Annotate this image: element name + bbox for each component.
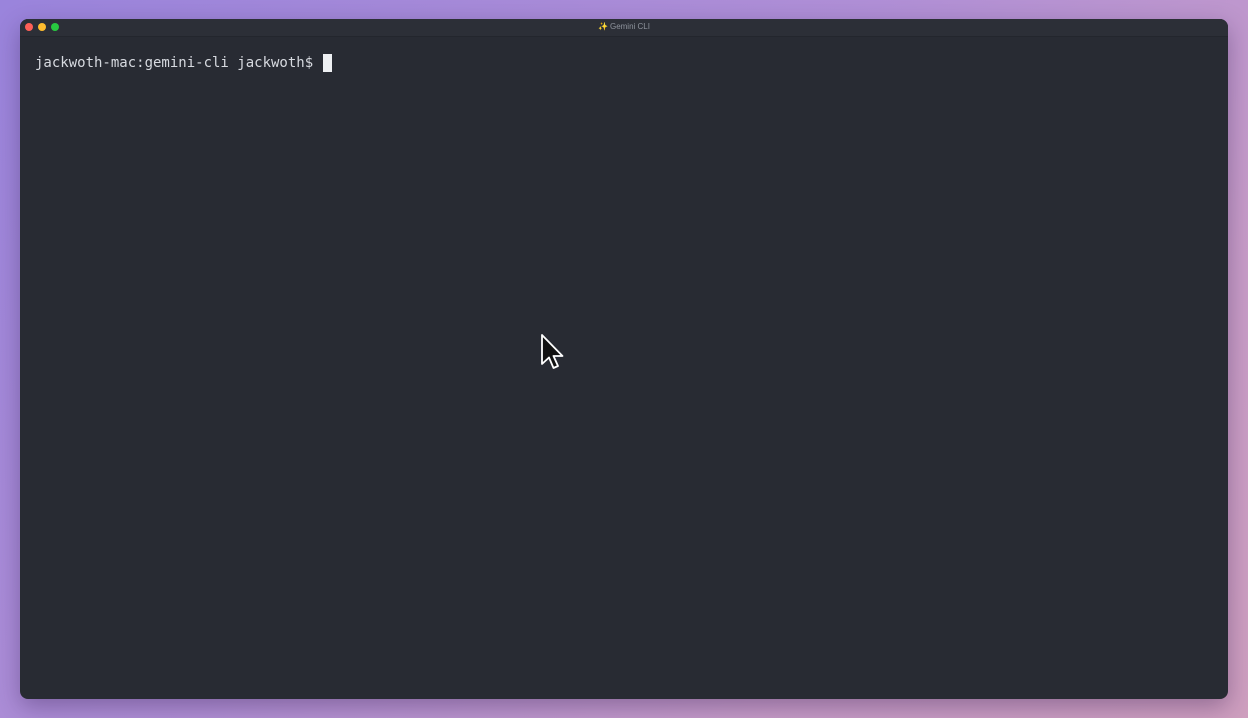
title-bar[interactable]: ✨ Gemini CLI [20,19,1228,37]
prompt-line: jackwoth-mac:gemini-cli jackwoth$ [35,54,1213,72]
window-title-text: Gemini CLI [609,22,650,31]
terminal-content[interactable]: jackwoth-mac:gemini-cli jackwoth$ [20,37,1228,699]
shell-prompt: jackwoth-mac:gemini-cli jackwoth$ [35,55,314,71]
sparkles-icon: ✨ [598,22,608,31]
terminal-window: ✨ Gemini CLI jackwoth-mac:gemini-cli jack… [20,19,1228,699]
mouse-pointer-icon [541,334,564,369]
text-cursor [323,54,333,72]
window-title: ✨ Gemini CLI [20,22,1228,32]
